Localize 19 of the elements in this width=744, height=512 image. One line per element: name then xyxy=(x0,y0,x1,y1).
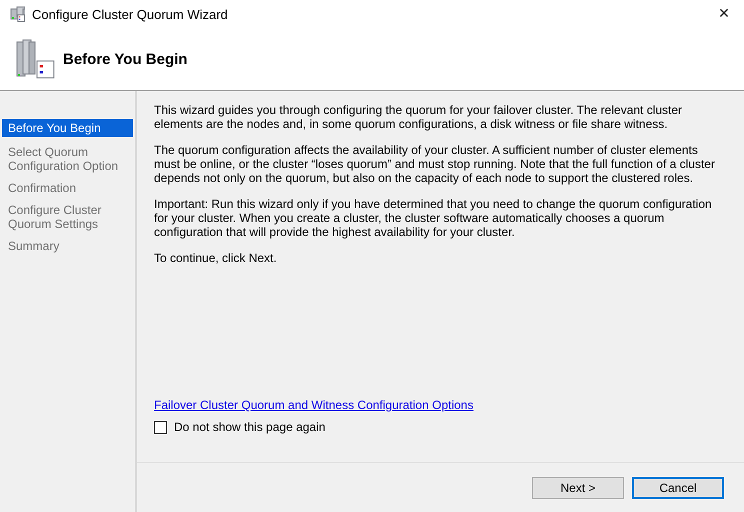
paragraph: The quorum configuration affects the availability of your cluster. A sufficient number of cluster elements must be online, or the cluster “loses quorum” and must stop running. Note that the full function of a cluster depends not only on the quorum, but also on the capacity of each node to support the clustered roles. xyxy=(154,143,716,185)
close-button[interactable]: ✕ xyxy=(704,0,744,28)
page-title: Before You Begin xyxy=(63,50,188,68)
wizard-step[interactable]: Confirmation xyxy=(2,181,133,195)
dialog-button[interactable]: Cancel xyxy=(632,477,724,499)
paragraph: To continue, click Next. xyxy=(154,251,278,265)
wizard-step[interactable]: Summary xyxy=(2,239,133,253)
cluster-icon xyxy=(9,6,25,22)
paragraph: Important: Run this wizard only if you have determined that you need to change the quorum configuration for your cluster. When you create a cluster, the cluster software automatically chooses a quorum configuration that will provide the highest availability for your cluster. xyxy=(154,197,713,239)
help-link[interactable]: Failover Cluster Quorum and Witness Configuration Options xyxy=(154,398,474,412)
checkbox[interactable] xyxy=(154,420,167,434)
window-title: Configure Cluster Quorum Wizard xyxy=(32,6,229,22)
paragraph: This wizard guides you through configuring the quorum for your failover cluster. The relevant cluster elements are the nodes and, in some quorum configurations, a disk witness or file share witness. xyxy=(154,103,684,131)
wizard-step[interactable]: Configure Cluster Quorum Settings xyxy=(2,203,133,231)
wizard-step[interactable]: Before You Begin xyxy=(2,119,133,137)
dialog-button[interactable]: Next > xyxy=(532,477,624,499)
checkbox-label: Do not show this page again xyxy=(174,420,326,434)
cluster-icon xyxy=(15,39,55,79)
wizard-step[interactable]: Select Quorum Configuration Option xyxy=(2,145,133,173)
